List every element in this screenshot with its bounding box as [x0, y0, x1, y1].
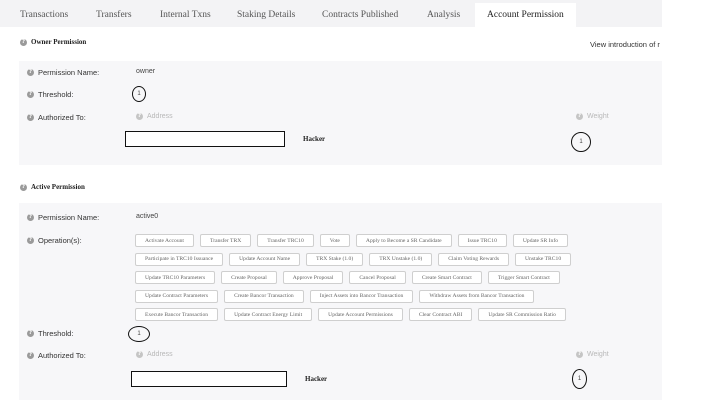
op-apply-sr-candidate[interactable]: Apply to Become a SR Candidate [355, 234, 452, 247]
op-inject-assets-bancor[interactable]: Inject Assets into Bancor Transaction [309, 289, 414, 303]
active-name-label: ? Permission Name: [27, 213, 99, 222]
active-address-header: ? Address [136, 351, 173, 358]
op-unstake-trc10[interactable]: Unstake TRC10 [515, 252, 572, 266]
op-clear-contract-abi[interactable]: Clear Contract ABI [408, 308, 473, 321]
op-update-trc10-parameters[interactable]: Update TRC10 Parameters [135, 271, 216, 284]
operations-row: Activate Account Transfer TRX Transfer T… [135, 234, 645, 247]
active-operations-label: ? Operation(s): [27, 236, 82, 245]
operations-row: Participate in TRC10 Issuance Update Acc… [135, 252, 645, 266]
help-icon: ? [576, 351, 583, 358]
operations-list: Activate Account Transfer TRX Transfer T… [135, 234, 645, 327]
active-weight-header-text: Weight [587, 351, 609, 358]
active-address-header-text: Address [147, 351, 173, 358]
help-icon: ? [576, 113, 583, 120]
op-trigger-smart-contract[interactable]: Trigger Smart Contract [487, 271, 560, 284]
tab-contracts-published[interactable]: Contracts Published [322, 10, 398, 20]
help-icon: ? [136, 351, 143, 358]
help-icon: ? [27, 69, 34, 76]
owner-authorized-label-text: Authorized To: [38, 113, 86, 122]
operations-row: Update Contract Parameters Create Bancor… [135, 289, 645, 303]
op-trx-stake[interactable]: TRX Stake (1.0) [306, 252, 364, 266]
op-create-smart-contract[interactable]: Create Smart Contract [411, 271, 482, 284]
op-participate-trc10-issuance[interactable]: Participate in TRC10 Issuance [135, 252, 224, 266]
help-icon: ? [27, 214, 34, 221]
owner-address-header-text: Address [147, 113, 173, 120]
op-update-account-name[interactable]: Update Account Name [229, 252, 301, 266]
active-address-name: Hacker [305, 375, 328, 383]
op-activate-account[interactable]: Activate Account [135, 234, 194, 247]
help-icon: ? [136, 113, 143, 120]
help-icon: ? [27, 352, 34, 359]
op-execute-bancor-transaction[interactable]: Execute Bancor Transaction [135, 308, 219, 321]
owner-name-label-text: Permission Name: [38, 68, 100, 77]
view-introduction-link[interactable]: View introduction of r [590, 40, 662, 49]
op-update-contract-parameters[interactable]: Update Contract Parameters [135, 289, 219, 303]
active-operations-label-text: Operation(s): [38, 236, 82, 245]
tab-transactions[interactable]: Transactions [20, 10, 68, 20]
help-icon: ? [27, 237, 34, 244]
op-transfer-trx[interactable]: Transfer TRX [200, 234, 252, 247]
owner-threshold-value: 1 [132, 86, 146, 102]
op-transfer-trc10[interactable]: Transfer TRC10 [257, 234, 314, 247]
owner-address-header: ? Address [136, 113, 173, 120]
tab-account-permission[interactable]: Account Permission [475, 3, 576, 27]
op-trx-unstake[interactable]: TRX Unstake (1.0) [369, 252, 433, 266]
op-update-sr-commission-ratio[interactable]: Update SR Commission Ratio [478, 308, 566, 321]
active-threshold-label-text: Threshold: [38, 329, 74, 338]
active-name-label-text: Permission Name: [38, 213, 100, 222]
active-weight-header: ? Weight [576, 351, 609, 358]
owner-weight-value: 1 [571, 132, 591, 152]
owner-weight-header-text: Weight [587, 113, 609, 120]
help-icon: ? [20, 38, 27, 46]
active-threshold-value: 1 [128, 326, 150, 342]
active-permission-title: ? Active Permission [20, 183, 85, 191]
owner-permission-panel [19, 61, 662, 165]
owner-weight-header: ? Weight [576, 113, 609, 120]
op-vote[interactable]: Vote [319, 234, 350, 247]
owner-name-value: owner [136, 68, 156, 75]
tab-analysis[interactable]: Analysis [427, 10, 460, 20]
active-authorized-label: ? Authorized To: [27, 351, 86, 360]
op-cancel-proposal[interactable]: Cancel Proposal [349, 271, 406, 284]
op-approve-proposal[interactable]: Approve Proposal [282, 271, 344, 284]
tab-transfers[interactable]: Transfers [96, 10, 132, 20]
help-icon: ? [27, 91, 34, 98]
op-create-proposal[interactable]: Create Proposal [221, 271, 277, 284]
op-withdraw-assets-bancor[interactable]: Withdraw Assets from Bancor Transaction [419, 289, 535, 303]
tab-bar: Transactions Transfers Internal Txns Sta… [0, 0, 662, 27]
op-update-account-permissions[interactable]: Update Account Permissions [318, 308, 403, 321]
owner-address-field [125, 131, 285, 147]
active-authorized-label-text: Authorized To: [38, 351, 86, 360]
owner-permission-title-text: Owner Permission [31, 38, 87, 46]
op-claim-voting-rewards[interactable]: Claim Voting Rewards [438, 252, 510, 266]
owner-threshold-label-text: Threshold: [38, 90, 74, 99]
active-name-value: active0 [136, 213, 159, 220]
active-permission-title-text: Active Permission [31, 183, 85, 191]
op-update-contract-energy-limit[interactable]: Update Contract Energy Limit [224, 308, 313, 321]
operations-row: Update TRC10 Parameters Create Proposal … [135, 271, 645, 284]
tab-staking-details[interactable]: Staking Details [237, 10, 295, 20]
active-weight-value: 1 [572, 369, 587, 389]
owner-address-name: Hacker [303, 135, 326, 143]
owner-threshold-label: ? Threshold: [27, 90, 73, 99]
owner-permission-title: ? Owner Permission [20, 38, 86, 46]
operations-row: Execute Bancor Transaction Update Contra… [135, 308, 645, 321]
active-address-field [131, 371, 287, 387]
op-update-sr-info[interactable]: Update SR Info [512, 234, 568, 247]
owner-name-label: ? Permission Name: [27, 68, 99, 77]
op-issue-trc10[interactable]: Issue TRC10 [457, 234, 507, 247]
help-icon: ? [20, 183, 27, 191]
owner-authorized-label: ? Authorized To: [27, 113, 86, 122]
op-create-bancor-transaction[interactable]: Create Bancor Transaction [224, 289, 304, 303]
tab-internal-txns[interactable]: Internal Txns [160, 10, 211, 20]
active-threshold-label: ? Threshold: [27, 329, 73, 338]
help-icon: ? [27, 330, 34, 337]
help-icon: ? [27, 114, 34, 121]
